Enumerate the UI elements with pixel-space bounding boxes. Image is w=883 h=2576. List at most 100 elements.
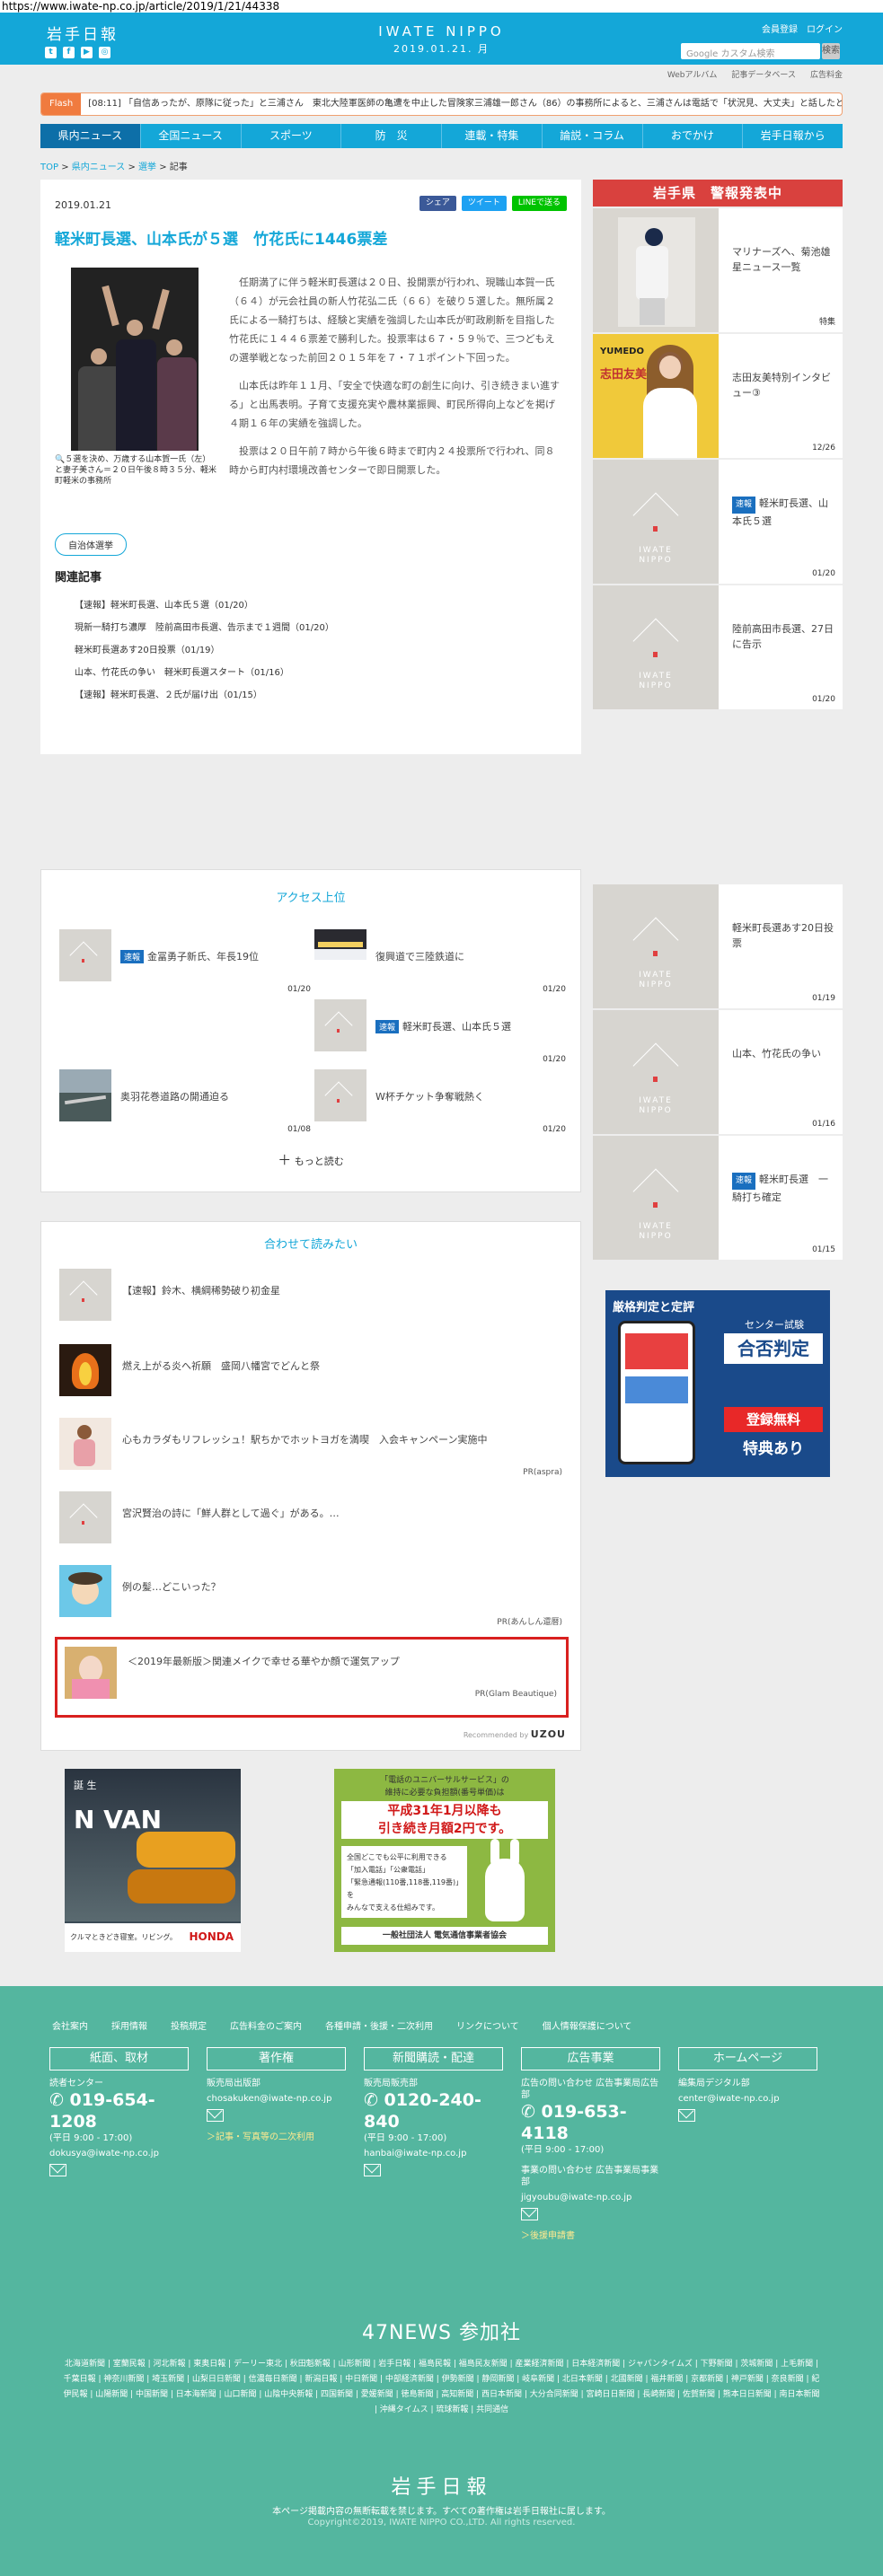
mail-icon[interactable] bbox=[678, 2109, 695, 2122]
recommend-text: 【速報】鈴木、横綱稀勢破り初金星 bbox=[122, 1285, 280, 1297]
breadcrumb-subcategory[interactable]: 選挙 bbox=[138, 163, 156, 172]
sidebar-secondary: IWATE NIPPO 軽米町長選あす20日投票 01/19 IWATE NIPPO… bbox=[593, 884, 843, 1262]
sidebar-item[interactable]: IWATE NIPPO 山本、竹花氏の争い 01/16 bbox=[593, 1010, 843, 1136]
sidebar-item[interactable]: IWATE NIPPO 陸前高田市長選、27日に告示 01/20 bbox=[593, 585, 843, 711]
site-footer: 会社案内 採用情報 投稿規定 広告料金のご案内 各種申請・後援・二次利用 リンク… bbox=[0, 1986, 883, 2576]
login-link[interactable]: ログイン bbox=[807, 22, 843, 35]
article-photo[interactable] bbox=[71, 268, 199, 451]
article-db-link[interactable]: 記事データベース bbox=[731, 68, 796, 80]
sponsor-application-link[interactable]: ＞後援申請書 bbox=[521, 2228, 660, 2241]
recommend-item[interactable]: 例の髪…どこいった？ PR(あんしん還暦) bbox=[59, 1565, 562, 1631]
email-link[interactable]: center@iwate-np.co.jp bbox=[678, 2093, 817, 2105]
line-share-button[interactable]: LINEで送る bbox=[511, 196, 567, 211]
sub-links-bar: Webアルバム 記事データベース 広告料金 bbox=[0, 68, 883, 83]
sidebar-item[interactable]: YUMEDO 志田友美 志田友美特別インタビュー③ 12/26 bbox=[593, 334, 843, 460]
reuse-link[interactable]: ＞記事・写真等の二次利用 bbox=[207, 2129, 346, 2142]
weather-alert-banner[interactable]: 岩手県 警報発表中 bbox=[593, 180, 843, 207]
ranking-item[interactable]: W杯チケット争奪戦熱く 01/20 bbox=[314, 1069, 575, 1141]
interview-thumbnail: YUMEDO 志田友美 bbox=[593, 334, 719, 458]
email-link[interactable]: chosakuken@iwate-np.co.jp bbox=[207, 2093, 346, 2105]
recommend-item[interactable]: 宮沢賢治の詩に「鮮人群として過ぐ」がある。… bbox=[59, 1491, 562, 1558]
footer-link[interactable]: 採用情報 bbox=[111, 2018, 147, 2032]
flash-news-bar[interactable]: Flash [08:11] 「自信あったが、原隊に従った」と三浦さん 東北大陸軍医… bbox=[40, 92, 843, 116]
nav-item-disaster[interactable]: 防 災 bbox=[341, 124, 442, 148]
footer-link[interactable]: 個人情報保護について bbox=[543, 2018, 632, 2032]
mail-icon[interactable] bbox=[49, 2164, 66, 2176]
sidebar-item-date: 01/20 bbox=[812, 695, 835, 704]
footer-link[interactable]: 広告料金のご案内 bbox=[230, 2018, 302, 2032]
recommend-item[interactable]: 心もカラダもリフレッシュ！駅ちかでホットヨガを満喫 入会キャンペーン実施中 PR… bbox=[59, 1418, 562, 1484]
web-album-link[interactable]: Webアルバム bbox=[667, 68, 718, 80]
mail-icon[interactable] bbox=[521, 2208, 538, 2220]
nav-item-national[interactable]: 全国ニュース bbox=[141, 124, 242, 148]
zoom-icon[interactable]: 🔍 bbox=[55, 455, 65, 464]
related-link[interactable]: 【速報】軽米町長選、２氏が届け出（01/15） bbox=[75, 684, 334, 707]
contact-box-homepage: ホームページ 編集局デジタル部 center@iwate-np.co.jp bbox=[678, 2047, 817, 2129]
sidebar-item[interactable]: IWATE NIPPO 軽米町長選あす20日投票 01/19 bbox=[593, 884, 843, 1010]
sidebar-item[interactable]: IWATE NIPPO 速報 軽米町長選、山本氏５選 01/20 bbox=[593, 460, 843, 585]
footer-link[interactable]: 会社案内 bbox=[52, 2018, 88, 2032]
contact-box-editorial: 紙面、取材 読者センター ✆ 019-654-1208 (平日 9:00 - 1… bbox=[49, 2047, 189, 2184]
related-link[interactable]: 軽米町長選あす20日投票（01/19） bbox=[75, 639, 334, 662]
nav-item-features[interactable]: 連載・特集 bbox=[442, 124, 543, 148]
footer-link[interactable]: リンクについて bbox=[456, 2018, 519, 2032]
ranking-item[interactable]: 速報 金冨勇子新氏、年長19位 01/20 bbox=[59, 929, 320, 1001]
honda-advertisement[interactable]: 誕 生 N VAN クルマときどき寝室。リビング。 HONDA bbox=[65, 1769, 241, 1952]
breadcrumb-top[interactable]: TOP bbox=[40, 163, 58, 172]
highlighted-recommend-item[interactable]: ＜2019年最新版＞関連メイクで幸せる華やか顔で運気アップ PR(Glam Be… bbox=[55, 1637, 569, 1718]
partner-papers-list[interactable]: 北海道新聞 | 室蘭民報 | 河北新報 | 東奥日報 | デーリー東北 | 秋田… bbox=[63, 2357, 820, 2418]
footer-link[interactable]: 各種申請・後援・二次利用 bbox=[325, 2018, 433, 2032]
footer-link[interactable]: 投稿規定 bbox=[171, 2018, 207, 2032]
nav-item-outings[interactable]: おでかけ bbox=[643, 124, 744, 148]
breaking-badge: 速報 bbox=[732, 497, 756, 514]
mail-icon[interactable] bbox=[207, 2109, 224, 2122]
related-link[interactable]: 山本、竹花氏の争い 軽米町長選スタート（01/16） bbox=[75, 662, 334, 684]
ranking-item[interactable]: 奥羽花巻道路の開通迫る 01/08 bbox=[59, 1069, 320, 1141]
placeholder-thumbnail bbox=[59, 1269, 111, 1321]
register-link[interactable]: 会員登録 bbox=[762, 22, 798, 35]
placeholder-thumbnail bbox=[59, 929, 111, 981]
flash-text[interactable]: [08:11] 「自信あったが、原隊に従った」と三浦さん 東北大陸軍医師の亀遭を… bbox=[81, 99, 842, 109]
ranking-item[interactable]: 速報 軽米町長選、山本氏５選 01/20 bbox=[314, 999, 575, 1071]
highway-thumbnail bbox=[59, 1069, 111, 1121]
photo-caption: 🔍５選を決め、万歳する山本賀一氏（左）と妻子美さん＝２０日午後８時３５分、軽米町… bbox=[55, 455, 217, 486]
sidebar-item[interactable]: マリナーズへ、菊池雄星ニュース一覧 特集 bbox=[593, 208, 843, 334]
pr-label: PR(あんしん還暦) bbox=[497, 1618, 562, 1627]
ad-rates-link[interactable]: 広告料金 bbox=[810, 68, 843, 80]
sidebar-item-text: 志田友美特別インタビュー③ bbox=[732, 372, 831, 399]
related-link[interactable]: 現新一騎打ち濃厚 陸前高田市長選、告示まで１週間（01/20） bbox=[75, 617, 334, 639]
nav-item-from-nippo[interactable]: 岩手日報から bbox=[743, 124, 843, 148]
sidebar-item[interactable]: IWATE NIPPO 速報 軽米町長選 一騎打ち確定 01/15 bbox=[593, 1136, 843, 1262]
universal-service-advertisement[interactable]: 「電話のユニバーサルサービス」の 維持に必要な負担額(番号単価)は 平成31年1月… bbox=[334, 1769, 555, 1952]
related-link[interactable]: 【速報】軽米町長選、山本氏５選（01/20） bbox=[75, 594, 334, 617]
nav-item-local[interactable]: 県内ニュース bbox=[40, 124, 141, 148]
recommend-item[interactable]: 燃え上がる炎へ祈願 盛岡八幡宮でどんと祭 bbox=[59, 1344, 562, 1411]
topic-tag[interactable]: 自治体選挙 bbox=[55, 533, 127, 556]
email-link[interactable]: jigyoubu@iwate-np.co.jp bbox=[521, 2192, 660, 2203]
more-button[interactable]: ＋ もっと読む bbox=[41, 1150, 580, 1169]
ranking-item[interactable]: 復興道で三陸鉄道に 01/20 bbox=[314, 929, 575, 1001]
uzou-credit[interactable]: Recommended by UZOU bbox=[464, 1728, 566, 1740]
ranking-date: 01/20 bbox=[543, 1125, 566, 1134]
nav-item-sports[interactable]: スポーツ bbox=[242, 124, 342, 148]
email-link[interactable]: dokusya@iwate-np.co.jp bbox=[49, 2148, 189, 2159]
search-button[interactable]: 検索 bbox=[822, 43, 840, 59]
facebook-share-button[interactable]: シェア bbox=[419, 196, 456, 211]
tweet-button[interactable]: ツイート bbox=[461, 196, 507, 211]
exam-advertisement[interactable]: 厳格判定と定評 センター試験 合否判定 登録無料 特典あり bbox=[605, 1290, 830, 1477]
mail-icon[interactable] bbox=[364, 2164, 381, 2176]
sidebar-item-date: 特集 bbox=[818, 318, 835, 327]
makeup-thumbnail bbox=[65, 1647, 117, 1699]
recommended-heading: 合わせて読みたい bbox=[263, 1238, 358, 1252]
email-link[interactable]: hanbai@iwate-np.co.jp bbox=[364, 2148, 503, 2159]
ranking-date: 01/08 bbox=[287, 1125, 311, 1134]
phone-icon: ✆ bbox=[521, 2102, 535, 2122]
recommend-text: ＜2019年最新版＞関連メイクで幸せる華やか顔で運気アップ bbox=[128, 1656, 400, 1667]
placeholder-thumbnail bbox=[314, 999, 366, 1051]
nav-item-editorials[interactable]: 論説・コラム bbox=[543, 124, 643, 148]
footer-logo[interactable]: 岩手日報 bbox=[0, 2471, 883, 2500]
recommend-item[interactable]: 【速報】鈴木、横綱稀勢破り初金星 bbox=[59, 1269, 562, 1335]
search-input[interactable]: Google カスタム検索 bbox=[681, 43, 820, 59]
breadcrumb-category[interactable]: 県内ニュース bbox=[72, 163, 126, 172]
access-heading: アクセス上位 bbox=[276, 892, 346, 905]
